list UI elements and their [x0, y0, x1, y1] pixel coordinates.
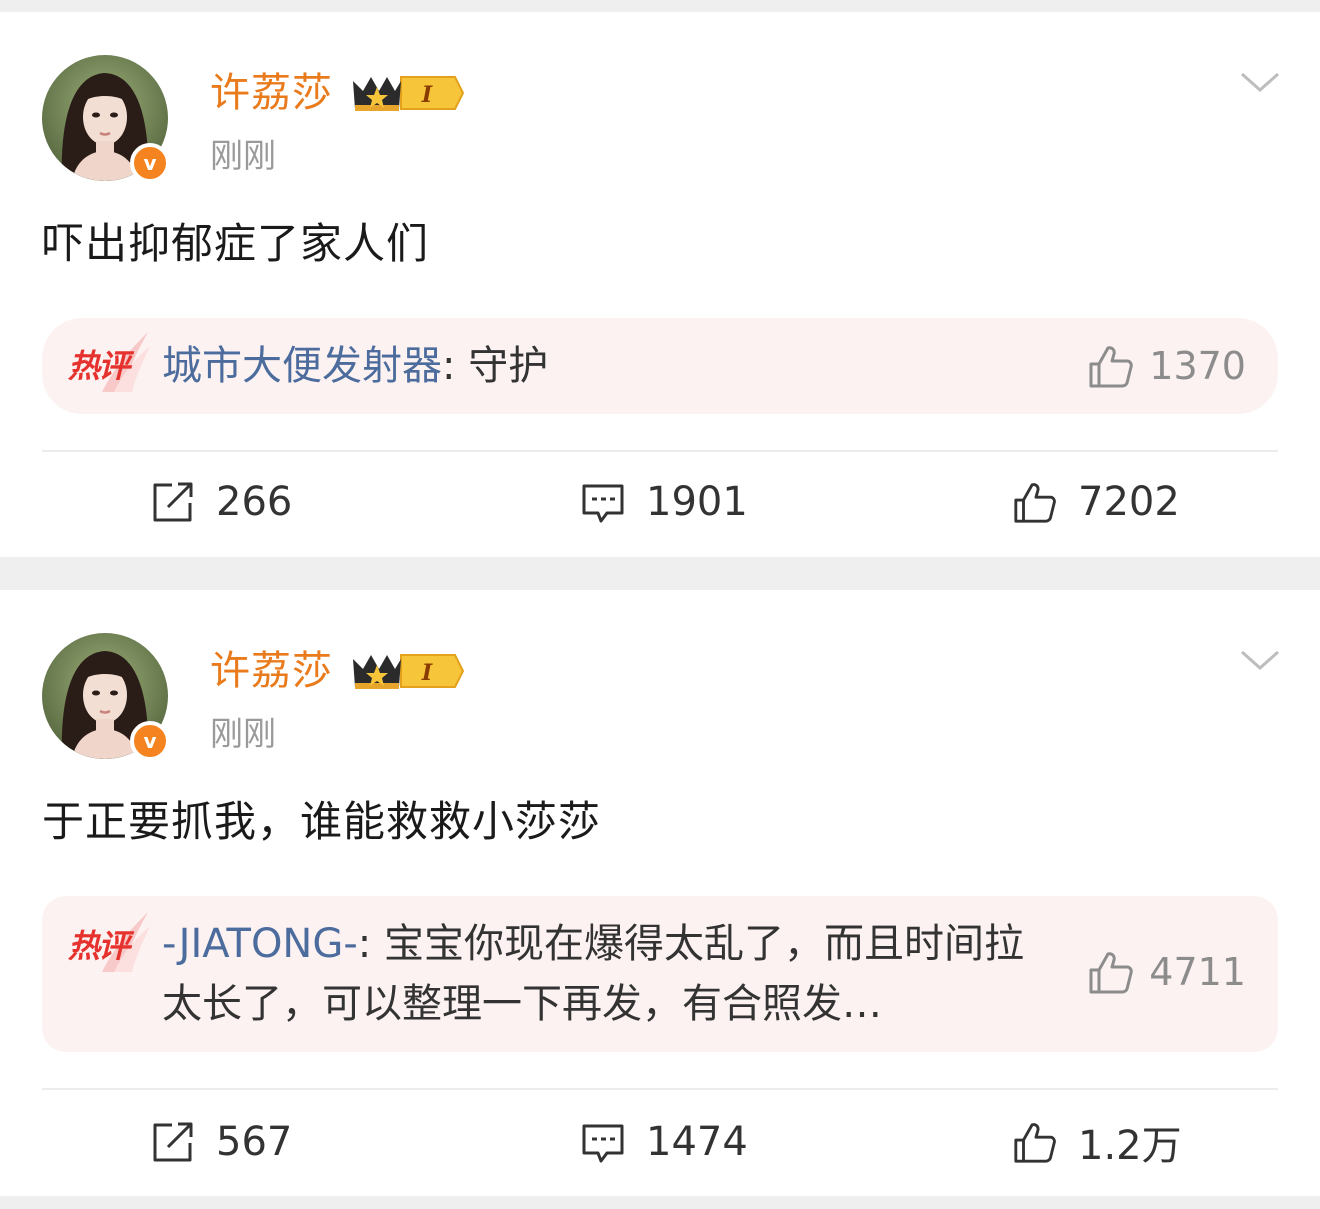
comment-text: 守护: [468, 343, 549, 389]
thumbs-up-icon: [1014, 1123, 1056, 1163]
hot-comment-like-button[interactable]: 1370: [1087, 342, 1246, 390]
vip-crown-badge-icon[interactable]: I: [349, 71, 465, 115]
divider: [42, 450, 1278, 452]
action-bar: 266 1901 7202: [0, 462, 1320, 542]
author-row: 许荔莎 I: [210, 68, 465, 118]
avatar[interactable]: v: [42, 633, 170, 761]
chevron-down-icon[interactable]: [1240, 70, 1280, 94]
like-count: 1.2万: [1078, 1123, 1182, 1169]
commenter-name[interactable]: 城市大便发射器: [162, 343, 442, 389]
comment-separator: :: [442, 343, 469, 389]
hot-comment-body: -JIATONG-: 宝宝你现在爆得太乱了，而且时间拉太长了，可以整理一下再发，…: [162, 914, 1052, 1034]
post-timestamp: 刚刚: [210, 136, 276, 175]
author-name[interactable]: 许荔莎: [210, 646, 333, 696]
post-text[interactable]: 吓出抑郁症了家人们: [42, 216, 429, 272]
hot-comment-body: 城市大便发射器: 守护: [162, 336, 1062, 396]
vip-crown-badge-icon[interactable]: I: [349, 649, 465, 693]
weibo-feed: v 许荔莎 I 刚刚 吓出抑郁症了家人们 热评 城市大便发射器: 守护 1370…: [0, 0, 1320, 1209]
vip-level-text: I: [421, 660, 433, 686]
hot-comment[interactable]: 热评 -JIATONG-: 宝宝你现在爆得太乱了，而且时间拉太长了，可以整理一下…: [42, 896, 1278, 1052]
hot-comment-like-count: 4711: [1149, 950, 1246, 994]
comment-button[interactable]: 1901: [580, 462, 748, 542]
comment-separator: :: [357, 921, 384, 967]
comment-count: 1901: [646, 479, 748, 525]
repost-button[interactable]: 266: [150, 462, 292, 542]
hot-comment-like-button[interactable]: 4711: [1087, 948, 1246, 996]
chevron-down-icon[interactable]: [1240, 648, 1280, 672]
thumbs-up-icon: [1089, 952, 1134, 994]
vip-level-text: I: [421, 82, 433, 108]
commenter-name[interactable]: -JIATONG-: [162, 921, 358, 967]
hot-comment[interactable]: 热评 城市大便发射器: 守护 1370: [42, 318, 1278, 414]
thumbs-up-icon: [1089, 346, 1134, 388]
hot-comment-tag: 热评: [62, 328, 152, 398]
hot-comment-label: 热评: [68, 347, 130, 385]
like-button[interactable]: 7202: [1012, 462, 1180, 542]
hot-comment-like-count: 1370: [1149, 344, 1246, 388]
post-timestamp: 刚刚: [210, 714, 276, 753]
repost-icon: [153, 482, 193, 522]
comment-icon: [582, 484, 624, 523]
comment-icon: [582, 1124, 624, 1163]
comment-button[interactable]: 1474: [580, 1102, 748, 1182]
author-row: 许荔莎 I: [210, 646, 465, 696]
post-card[interactable]: v 许荔莎 I 刚刚 吓出抑郁症了家人们 热评 城市大便发射器: 守护 1370…: [0, 12, 1320, 557]
thumbs-up-icon: [1014, 483, 1056, 523]
post-card[interactable]: v 许荔莎 I 刚刚 于正要抓我，谁能救救小莎莎 热评 -JIATONG-: 宝…: [0, 590, 1320, 1196]
repost-button[interactable]: 567: [150, 1102, 292, 1182]
verified-v-icon: v: [130, 143, 170, 183]
comment-count: 1474: [646, 1119, 748, 1165]
hot-comment-label: 热评: [68, 927, 130, 965]
avatar[interactable]: v: [42, 55, 170, 183]
post-text[interactable]: 于正要抓我，谁能救救小莎莎: [42, 794, 601, 850]
like-count: 7202: [1078, 479, 1180, 525]
author-name[interactable]: 许荔莎: [210, 68, 333, 118]
action-bar: 567 1474 1.2万: [0, 1102, 1320, 1182]
verified-v-icon: v: [130, 721, 170, 761]
repost-count: 567: [216, 1119, 293, 1165]
hot-comment-tag: 热评: [62, 908, 152, 978]
repost-icon: [153, 1122, 193, 1162]
divider: [42, 1088, 1278, 1090]
like-button[interactable]: 1.2万: [1012, 1102, 1182, 1182]
repost-count: 266: [216, 479, 293, 525]
